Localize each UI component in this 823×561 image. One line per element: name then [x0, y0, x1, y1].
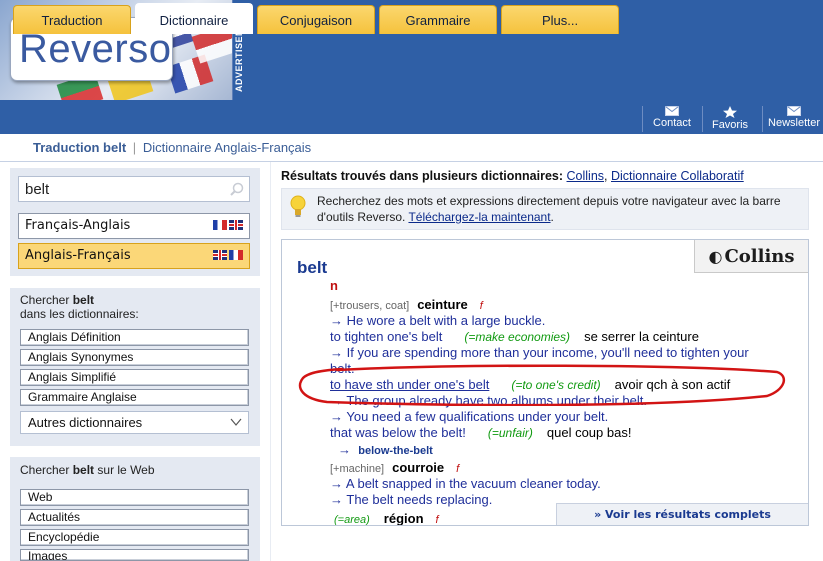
- other-dictionaries-select[interactable]: Autres dictionnaires: [20, 411, 249, 434]
- french-flag-icon: [229, 250, 243, 260]
- contact-label: Contact: [653, 117, 691, 129]
- uk-flag-icon: [229, 220, 243, 230]
- search-box: [18, 176, 250, 202]
- tab-traduction[interactable]: Traduction: [13, 5, 131, 34]
- search-icon[interactable]: [230, 182, 244, 196]
- example-2: → If you are spending more than your inc…: [330, 345, 749, 360]
- link-grammaire-anglaise[interactable]: Grammaire Anglaise: [20, 389, 249, 406]
- lightbulb-icon: [290, 195, 306, 217]
- translation-region[interactable]: région: [384, 511, 424, 525]
- link-anglais-synonymes[interactable]: Anglais Synonymes: [20, 349, 249, 366]
- example-4: → You need a few qualifications under yo…: [330, 409, 609, 424]
- link-actualites[interactable]: Actualités: [20, 509, 249, 526]
- phrase-2: to have sth under one's belt (=to one's c…: [330, 377, 731, 392]
- favoris-label: Favoris: [711, 119, 749, 131]
- results-summary: Résultats trouvés dans plusieurs diction…: [281, 169, 744, 183]
- flags-fr-uk: [211, 220, 243, 244]
- link-web[interactable]: Web: [20, 489, 249, 506]
- link-images[interactable]: Images: [20, 549, 249, 561]
- tab-plus[interactable]: Plus...: [501, 5, 619, 34]
- translation-courroie[interactable]: courroie: [392, 460, 444, 475]
- dictionaries-panel-title: Chercher belt dans les dictionnaires:: [20, 293, 139, 321]
- phrase-3: that was below the belt! (=unfair) quel co…: [330, 425, 632, 440]
- source-collaboratif-link[interactable]: Dictionnaire Collaboratif: [611, 169, 744, 183]
- dictionary-entry: ◐ Collins belt n [+trousers, coat] ceintur…: [281, 239, 809, 526]
- link-anglais-definition[interactable]: Anglais Définition: [20, 329, 249, 346]
- french-flag-icon: [213, 220, 227, 230]
- envelope-icon: [787, 106, 801, 116]
- dictionary-fr-en[interactable]: Français-Anglais: [18, 213, 250, 239]
- sense-2: [+machine] courroie f: [330, 460, 460, 475]
- star-icon: [723, 106, 737, 118]
- see-full-results-link[interactable]: » Voir les résultats complets: [556, 503, 808, 525]
- example-1: → He wore a belt with a large buckle.: [330, 313, 546, 328]
- dictionary-en-fr[interactable]: Anglais-Français: [18, 243, 250, 269]
- phrase-1: to tighten one's belt (=make economies) se…: [330, 329, 699, 344]
- link-encyclopedie[interactable]: Encyclopédie: [20, 529, 249, 546]
- cross-reference[interactable]: → below-the-belt: [338, 442, 433, 457]
- source-collins-link[interactable]: Collins: [567, 169, 605, 183]
- uk-flag-icon: [213, 250, 227, 260]
- below-the-belt-link[interactable]: below-the-belt: [358, 445, 433, 457]
- dictionary-fr-en-label: Français-Anglais: [25, 218, 131, 233]
- breadcrumb-section: Dictionnaire Anglais-Français: [142, 140, 312, 155]
- breadcrumb-current[interactable]: Traduction belt: [33, 140, 126, 155]
- toolbar-tip: Recherchez des mots et expressions direc…: [281, 188, 809, 230]
- collins-logo-icon: ◐: [708, 247, 723, 266]
- link-anglais-simplifie[interactable]: Anglais Simplifié: [20, 369, 249, 386]
- newsletter-link[interactable]: Newsletter: [763, 106, 823, 129]
- breadcrumb-separator: |: [132, 140, 137, 155]
- example-3: → The group already have two albums unde…: [330, 393, 647, 408]
- flags-uk-fr: [211, 250, 243, 274]
- favoris-link[interactable]: Favoris: [699, 106, 761, 131]
- breadcrumb: Traduction belt | Dictionnaire Anglais-F…: [0, 134, 823, 162]
- download-toolbar-link[interactable]: Téléchargez-la maintenant: [408, 210, 550, 224]
- newsletter-label: Newsletter: [768, 117, 820, 129]
- sense-1: [+trousers, coat] ceinture f: [330, 297, 483, 312]
- chevron-down-icon: [230, 418, 242, 426]
- translation-ceinture[interactable]: ceinture: [417, 297, 468, 312]
- other-dictionaries-label: Autres dictionnaires: [28, 415, 143, 430]
- sense-3: (=area) région f: [334, 511, 439, 526]
- headword: belt: [297, 258, 328, 277]
- collins-badge: ◐ Collins: [694, 240, 808, 273]
- collins-badge-label: Collins: [724, 246, 795, 267]
- web-panel-title: Chercher belt sur le Web: [20, 463, 155, 477]
- part-of-speech: n: [330, 278, 338, 293]
- example-2-cont: belt.: [330, 361, 355, 376]
- example-5: → A belt snapped in the vacuum cleaner t…: [330, 476, 601, 491]
- tab-dictionnaire[interactable]: Dictionnaire: [135, 3, 253, 34]
- contact-link[interactable]: Contact: [641, 106, 703, 129]
- search-input[interactable]: [25, 179, 225, 199]
- column-divider: [270, 162, 271, 561]
- tab-conjugaison[interactable]: Conjugaison: [257, 5, 375, 34]
- envelope-icon: [665, 106, 679, 116]
- results-prefix: Résultats trouvés dans plusieurs diction…: [281, 169, 564, 183]
- example-6: → The belt needs replacing.: [330, 492, 493, 507]
- dictionary-en-fr-label: Anglais-Français: [25, 248, 131, 263]
- tab-grammaire[interactable]: Grammaire: [379, 5, 497, 34]
